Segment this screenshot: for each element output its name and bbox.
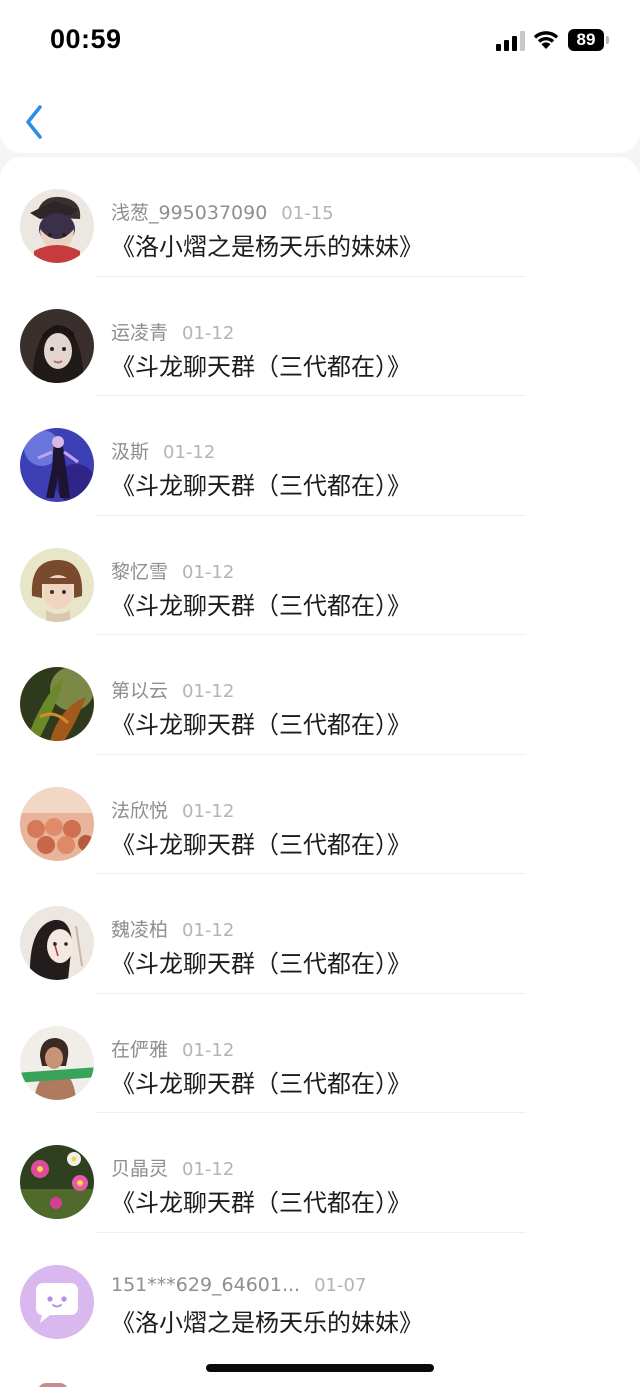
sender-name: 法欣悦 xyxy=(111,799,169,822)
header: 00:59 89 xyxy=(0,0,640,153)
avatar[interactable] xyxy=(20,667,94,741)
message-meta: 第以云 01-12 xyxy=(111,676,234,702)
avatar[interactable] xyxy=(20,906,94,980)
avatar[interactable] xyxy=(20,308,94,383)
list-item[interactable]: 法欣悦 01-12 《斗龙聊天群（三代都在）》 xyxy=(0,755,640,874)
message-title: 《斗龙聊天群（三代都在）》 xyxy=(111,1189,411,1217)
status-time: 00:59 xyxy=(50,24,122,54)
message-title: 《斗龙聊天群（三代都在）》 xyxy=(111,950,411,978)
message-list-panel: 浅葱_995037090 01-15 《洛小熠之是杨天乐的妹妹》 运凌青 01-… xyxy=(0,157,640,1387)
message-date: 01-12 xyxy=(182,800,235,822)
message-title: 《斗龙聊天群（三代都在）》 xyxy=(111,830,411,859)
message-meta: 汲斯 01-12 xyxy=(111,437,215,463)
sender-name: 第以云 xyxy=(111,680,169,702)
list-item[interactable]: 运凌青 01-12 《斗龙聊天群（三代都在）》 xyxy=(0,277,640,396)
message-title: 《斗龙聊天群（三代都在）》 xyxy=(111,352,411,381)
avatar[interactable] xyxy=(20,428,94,502)
sender-name: 浅葱_995037090 xyxy=(111,202,268,224)
sender-name: 魏凌柏 xyxy=(111,919,169,941)
list-item[interactable]: 黎忆雪 01-12 《斗龙聊天群（三代都在）》 xyxy=(0,516,640,635)
list-item[interactable]: 151***629_64601... 01-07 《洛小熠之是杨天乐的妹妹》 xyxy=(0,1233,640,1353)
list-item[interactable]: 魏凌柏 01-12 《斗龙聊天群（三代都在）》 xyxy=(0,874,640,994)
battery-level: 89 xyxy=(568,29,604,51)
message-date: 01-15 xyxy=(281,203,334,224)
message-meta: 151***629_64601... 01-07 xyxy=(111,1274,366,1300)
avatar xyxy=(38,1383,68,1387)
message-title: 《斗龙聊天群（三代都在）》 xyxy=(111,591,411,620)
sender-name: 贝晶灵 xyxy=(111,1158,169,1180)
sender-name: 汲斯 xyxy=(111,441,150,463)
message-date: 01-12 xyxy=(182,322,235,344)
message-date: 01-12 xyxy=(182,1039,235,1061)
message-date: 01-12 xyxy=(163,442,216,463)
message-date: 01-12 xyxy=(182,561,235,583)
sender-name: 运凌青 xyxy=(111,321,169,344)
avatar[interactable] xyxy=(20,1025,94,1100)
wifi-icon xyxy=(533,31,559,49)
avatar[interactable] xyxy=(20,189,94,263)
message-title: 《斗龙聊天群（三代都在）》 xyxy=(111,711,411,739)
avatar[interactable] xyxy=(20,786,94,861)
message-date: 01-12 xyxy=(182,920,235,941)
back-chevron-icon[interactable] xyxy=(20,102,50,142)
home-indicator[interactable] xyxy=(206,1364,434,1372)
message-meta: 黎忆雪 01-12 xyxy=(111,557,234,583)
list-item[interactable]: 浅葱_995037090 01-15 《洛小熠之是杨天乐的妹妹》 xyxy=(0,157,640,277)
avatar[interactable] xyxy=(20,547,94,622)
message-meta: 法欣悦 01-12 xyxy=(111,796,234,822)
message-meta: 魏凌柏 01-12 xyxy=(111,915,234,941)
list-item[interactable]: 在俨雅 01-12 《斗龙聊天群（三代都在）》 xyxy=(0,994,640,1113)
message-title: 《斗龙聊天群（三代都在）》 xyxy=(111,1069,411,1098)
message-meta: 运凌青 01-12 xyxy=(111,318,234,344)
avatar[interactable] xyxy=(20,1145,94,1219)
sender-name: 151***629_64601... xyxy=(111,1273,301,1296)
battery-cap xyxy=(606,36,609,44)
message-title: 《洛小熠之是杨天乐的妹妹》 xyxy=(111,1308,423,1337)
message-date: 01-12 xyxy=(182,681,235,702)
message-date: 01-12 xyxy=(182,1159,235,1180)
sender-name: 在俨雅 xyxy=(111,1038,169,1061)
list-item[interactable]: 贝晶灵 01-12 《斗龙聊天群（三代都在）》 xyxy=(0,1113,640,1233)
message-title: 《洛小熠之是杨天乐的妹妹》 xyxy=(111,233,423,261)
list-item[interactable]: 第以云 01-12 《斗龙聊天群（三代都在）》 xyxy=(0,635,640,755)
sender-name: 黎忆雪 xyxy=(111,560,169,583)
message-meta: 在俨雅 01-12 xyxy=(111,1035,234,1061)
status-bar: 00:59 89 xyxy=(0,0,640,80)
avatar[interactable] xyxy=(20,1264,94,1339)
screen: 00:59 89 浅葱_995037090 01-15 《洛小熠之是杨天乐的妹妹… xyxy=(0,0,640,1387)
message-meta: 浅葱_995037090 01-15 xyxy=(111,198,334,224)
list-item[interactable]: 汲斯 01-12 《斗龙聊天群（三代都在）》 xyxy=(0,396,640,516)
message-date: 01-07 xyxy=(314,1274,367,1296)
message-title: 《斗龙聊天群（三代都在）》 xyxy=(111,472,411,500)
cellular-signal-icon xyxy=(496,31,525,51)
message-meta: 贝晶灵 01-12 xyxy=(111,1154,234,1180)
